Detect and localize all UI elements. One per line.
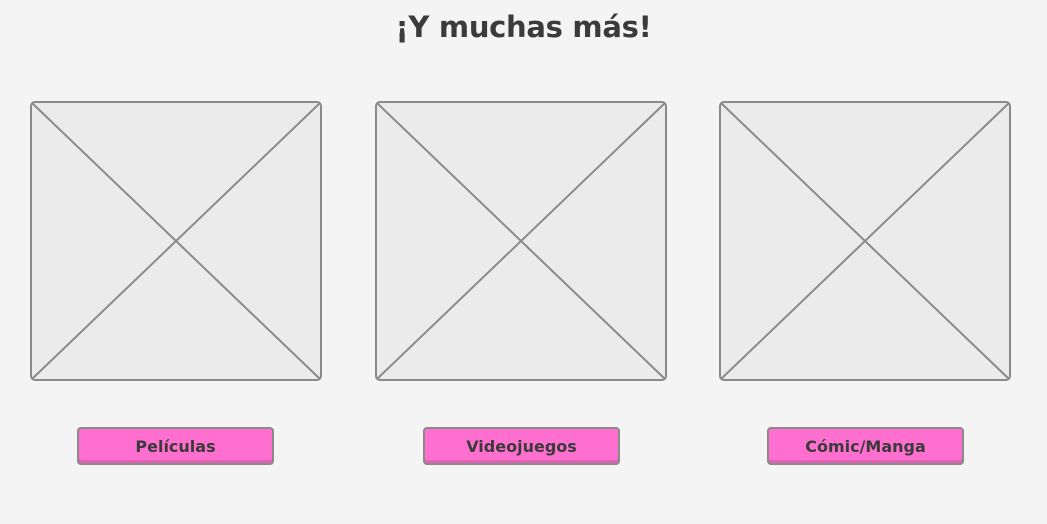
category-card-peliculas — [30, 101, 322, 381]
image-placeholder-icon — [719, 101, 1011, 381]
peliculas-button[interactable]: Películas — [77, 427, 274, 465]
comic-manga-button[interactable]: Cómic/Manga — [767, 427, 964, 465]
page-title: ¡Y muchas más! — [395, 10, 652, 44]
videojuegos-button[interactable]: Videojuegos — [423, 427, 620, 465]
category-card-videojuegos — [375, 101, 667, 381]
category-card-comic-manga — [719, 101, 1011, 381]
image-placeholder-icon — [30, 101, 322, 381]
image-placeholder-icon — [375, 101, 667, 381]
